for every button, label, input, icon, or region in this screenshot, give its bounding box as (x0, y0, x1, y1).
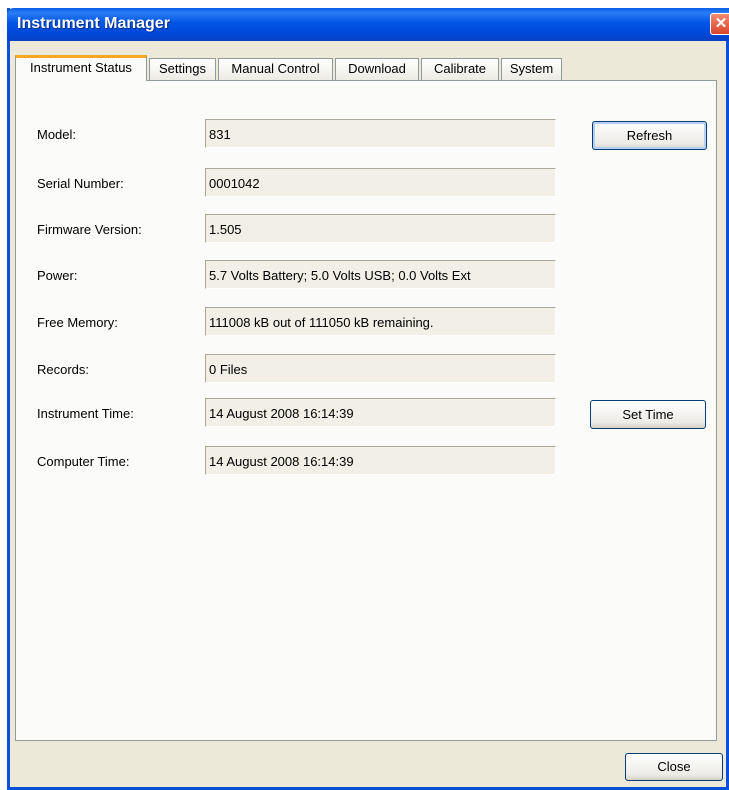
computer-time-label: Computer Time: (37, 454, 130, 469)
tab-instrument-status[interactable]: Instrument Status (15, 55, 147, 81)
firmware-version-field: 1.505 (205, 214, 556, 243)
close-button[interactable]: Close (625, 753, 723, 781)
instrument-time-label: Instrument Time: (37, 406, 134, 421)
window-title: Instrument Manager (17, 15, 170, 32)
instrument-status-panel: Model: 831 Serial Number: 0001042 Firmwa… (15, 80, 717, 741)
serial-number-label: Serial Number: (37, 176, 124, 191)
set-time-button[interactable]: Set Time (590, 400, 706, 429)
model-field: 831 (205, 119, 556, 148)
model-label: Model: (37, 127, 77, 142)
close-window-icon[interactable]: ✕ (710, 13, 729, 35)
records-label: Records: (37, 362, 90, 377)
instrument-time-field: 14 August 2008 16:14:39 (205, 398, 556, 427)
firmware-version-label: Firmware Version: (37, 222, 142, 237)
tab-settings[interactable]: Settings (149, 58, 216, 80)
power-field: 5.7 Volts Battery; 5.0 Volts USB; 0.0 Vo… (205, 260, 556, 289)
power-label: Power: (37, 268, 78, 283)
tab-download[interactable]: Download (335, 58, 419, 80)
records-field: 0 Files (205, 354, 556, 383)
title-bar[interactable]: Instrument Manager ✕ (7, 8, 729, 41)
tab-manual-control[interactable]: Manual Control (218, 58, 333, 80)
computer-time-field: 14 August 2008 16:14:39 (205, 446, 556, 475)
free-memory-field: 111008 kB out of 111050 kB remaining. (205, 307, 556, 336)
free-memory-label: Free Memory: (37, 315, 118, 330)
serial-number-field: 0001042 (205, 168, 556, 197)
tab-calibrate[interactable]: Calibrate (421, 58, 499, 80)
tab-system[interactable]: System (501, 58, 562, 80)
refresh-button[interactable]: Refresh (592, 121, 707, 150)
